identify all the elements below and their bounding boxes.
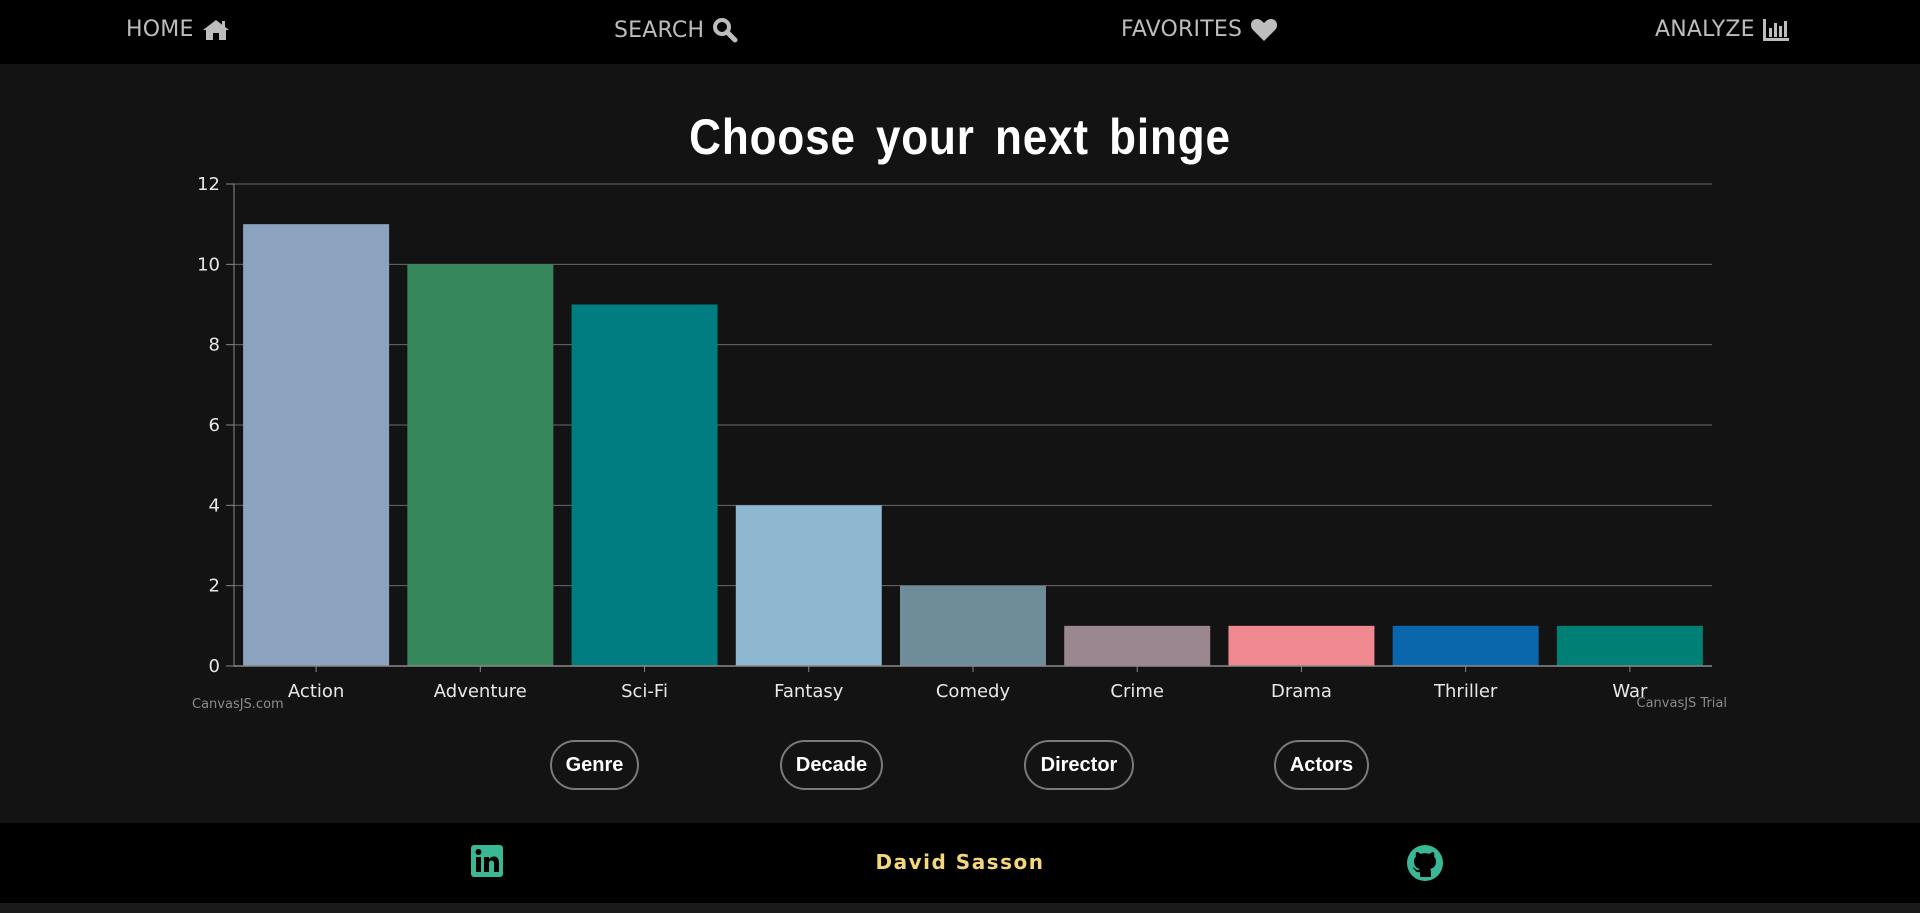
x-tick-label: Action [288, 681, 344, 702]
x-tick-label: Comedy [936, 681, 1011, 702]
x-tick-label: Sci-Fi [621, 681, 668, 702]
credit-right: CanvasJS Trial [1637, 696, 1728, 711]
x-tick-label: Drama [1271, 681, 1332, 702]
x-tick-label: Thriller [1433, 681, 1498, 702]
genre-button[interactable]: Genre [550, 740, 639, 790]
director-button[interactable]: Director [1024, 740, 1134, 790]
x-tick-label: Crime [1110, 681, 1164, 702]
bar [1064, 625, 1211, 666]
decade-button[interactable]: Decade [780, 740, 883, 790]
x-tick-label: Adventure [434, 681, 527, 702]
x-tick-label: Fantasy [774, 681, 844, 702]
genre-bar-chart: 0 2 4 6 8 10 12 Action Adventure Sci-Fi Fantasy Com… [192, 174, 1728, 712]
bar [571, 304, 718, 666]
y-tick-label: 8 [209, 335, 220, 356]
author-name: David Sasson [875, 850, 1045, 874]
bar [1556, 625, 1703, 666]
bar [1392, 625, 1539, 666]
y-tick-label: 2 [209, 576, 220, 597]
y-tick-label: 0 [209, 656, 220, 677]
y-tick-label: 12 [197, 174, 220, 195]
actors-button[interactable]: Actors [1274, 740, 1369, 790]
y-tick-label: 6 [209, 415, 220, 436]
y-tick-label: 10 [197, 254, 220, 275]
credit-left: CanvasJS.com [192, 697, 284, 712]
bar [1228, 625, 1375, 666]
bar [407, 264, 554, 666]
bar [735, 505, 882, 666]
y-tick-label: 4 [209, 495, 220, 516]
github-icon[interactable] [1407, 845, 1443, 885]
bar [900, 585, 1046, 666]
bar [243, 224, 390, 666]
footer-strip [0, 903, 1920, 913]
